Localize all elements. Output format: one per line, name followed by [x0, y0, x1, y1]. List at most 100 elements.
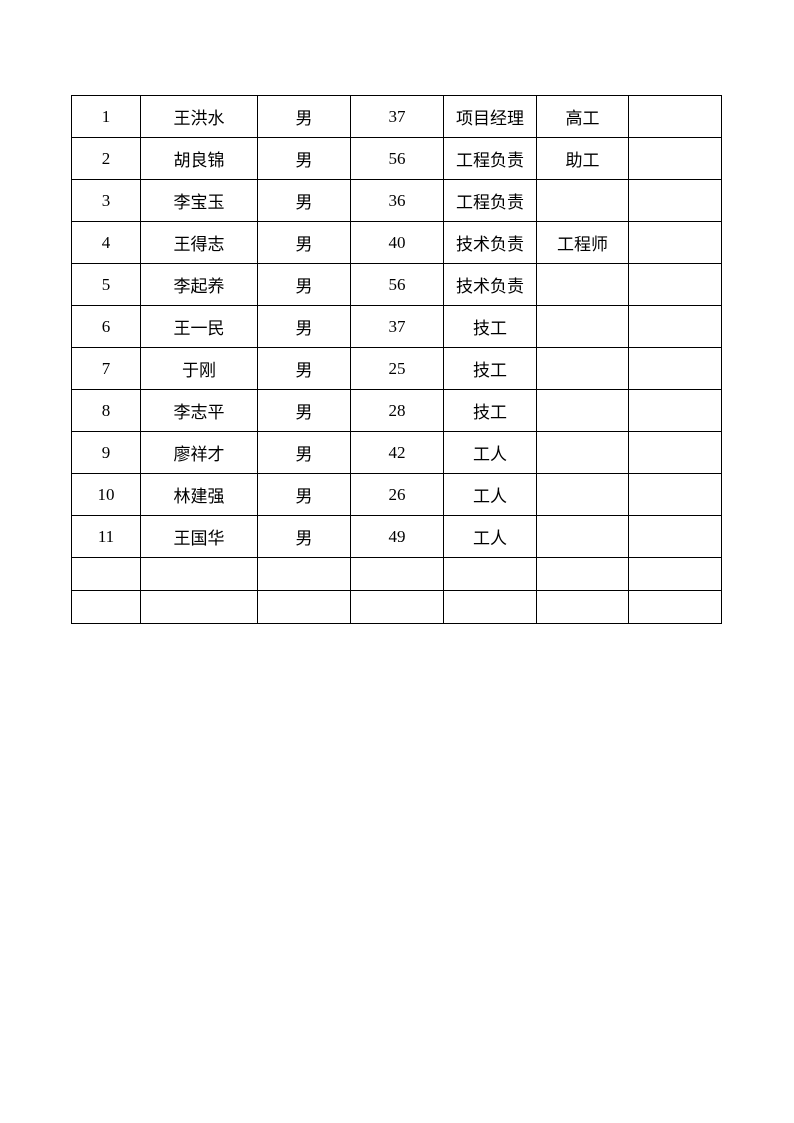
- cell-age: 36: [350, 179, 444, 222]
- cell-age: 37: [350, 305, 444, 348]
- cell-gender: 男: [257, 263, 351, 306]
- cell-number: 10: [71, 473, 141, 516]
- cell-title: 高工: [536, 95, 629, 138]
- cell-position: 技术负责: [443, 263, 537, 306]
- cell-name: [140, 557, 258, 591]
- table-row-empty: [71, 557, 722, 591]
- cell-position: 工人: [443, 473, 537, 516]
- cell-age: 37: [350, 95, 444, 138]
- cell-note: [628, 305, 722, 348]
- table-row: 6 王一民男 37 技工: [71, 305, 722, 348]
- cell-number: 6: [71, 305, 141, 348]
- cell-name: 王洪水: [140, 95, 258, 138]
- cell-age: 26: [350, 473, 444, 516]
- cell-gender: 男: [257, 179, 351, 222]
- cell-age: 56: [350, 263, 444, 306]
- cell-position: 工人: [443, 431, 537, 474]
- cell-position: 工人: [443, 515, 537, 558]
- cell-age: 28: [350, 389, 444, 432]
- cell-name: 林建强: [140, 473, 258, 516]
- cell-note: [628, 137, 722, 180]
- table-row: 9 廖祥才男 42 工人: [71, 431, 722, 474]
- cell-number: 2: [71, 137, 141, 180]
- cell-gender: [257, 590, 351, 624]
- cell-gender: 男: [257, 305, 351, 348]
- cell-name: 李宝玉: [140, 179, 258, 222]
- cell-note: [628, 347, 722, 390]
- cell-note: [628, 95, 722, 138]
- cell-name: 李起养: [140, 263, 258, 306]
- cell-age: [350, 557, 444, 591]
- cell-note: [628, 389, 722, 432]
- cell-age: [350, 590, 444, 624]
- cell-title: [536, 557, 629, 591]
- cell-number: 5: [71, 263, 141, 306]
- cell-note: [628, 473, 722, 516]
- table-row: 2 胡良锦男 56 工程负责 助工: [71, 137, 722, 180]
- cell-name: 王国华: [140, 515, 258, 558]
- cell-title: [536, 263, 629, 306]
- cell-age: 25: [350, 347, 444, 390]
- cell-position: 项目经理: [443, 95, 537, 138]
- cell-note: [628, 515, 722, 558]
- cell-name: 李志平: [140, 389, 258, 432]
- cell-title: [536, 389, 629, 432]
- cell-name: [140, 590, 258, 624]
- cell-number: [71, 590, 141, 624]
- cell-number: [71, 557, 141, 591]
- cell-age: 40: [350, 221, 444, 264]
- table-row: 10 林建强男 26 工人: [71, 473, 722, 516]
- table-row: 11 王国华男 49 工人: [71, 515, 722, 558]
- cell-name: 于刚: [140, 347, 258, 390]
- cell-title: [536, 590, 629, 624]
- table-row: 1 王洪水男 37 项目经理 高工: [71, 95, 722, 138]
- cell-title: [536, 515, 629, 558]
- cell-gender: 男: [257, 95, 351, 138]
- cell-name: 王得志: [140, 221, 258, 264]
- table-row: 3 李宝玉男 36 工程负责: [71, 179, 722, 222]
- cell-title: [536, 431, 629, 474]
- cell-title: [536, 347, 629, 390]
- table-row: 5 李起养男 56 技术负责: [71, 263, 722, 306]
- staff-table: 1 王洪水男 37 项目经理 高工 2 胡良锦男 56 工程负责 助工 3 李宝玉男 36 工程负责 4 王得…: [71, 95, 722, 624]
- cell-position: [443, 590, 537, 624]
- cell-gender: 男: [257, 515, 351, 558]
- staff-table-body: 1 王洪水男 37 项目经理 高工 2 胡良锦男 56 工程负责 助工 3 李宝玉男 36 工程负责 4 王得…: [71, 95, 722, 624]
- cell-number: 11: [71, 515, 141, 558]
- cell-gender: 男: [257, 431, 351, 474]
- cell-number: 4: [71, 221, 141, 264]
- cell-position: 技工: [443, 389, 537, 432]
- cell-name: 王一民: [140, 305, 258, 348]
- cell-number: 3: [71, 179, 141, 222]
- cell-title: [536, 473, 629, 516]
- cell-position: 技术负责: [443, 221, 537, 264]
- cell-gender: [257, 557, 351, 591]
- cell-position: 工程负责: [443, 179, 537, 222]
- cell-position: [443, 557, 537, 591]
- cell-position: 工程负责: [443, 137, 537, 180]
- cell-name: 胡良锦: [140, 137, 258, 180]
- cell-gender: 男: [257, 347, 351, 390]
- cell-age: 49: [350, 515, 444, 558]
- table-row: 4 王得志男 40 技术负责 工程师: [71, 221, 722, 264]
- cell-note: [628, 179, 722, 222]
- cell-gender: 男: [257, 137, 351, 180]
- cell-number: 7: [71, 347, 141, 390]
- cell-note: [628, 557, 722, 591]
- cell-title: [536, 305, 629, 348]
- table-row-empty: [71, 590, 722, 624]
- cell-title: 工程师: [536, 221, 629, 264]
- cell-gender: 男: [257, 473, 351, 516]
- cell-gender: 男: [257, 389, 351, 432]
- cell-age: 42: [350, 431, 444, 474]
- cell-name: 廖祥才: [140, 431, 258, 474]
- cell-note: [628, 263, 722, 306]
- table-row: 7 于刚男 25 技工: [71, 347, 722, 390]
- cell-number: 9: [71, 431, 141, 474]
- cell-number: 1: [71, 95, 141, 138]
- cell-note: [628, 221, 722, 264]
- cell-position: 技工: [443, 347, 537, 390]
- cell-note: [628, 431, 722, 474]
- cell-position: 技工: [443, 305, 537, 348]
- cell-title: [536, 179, 629, 222]
